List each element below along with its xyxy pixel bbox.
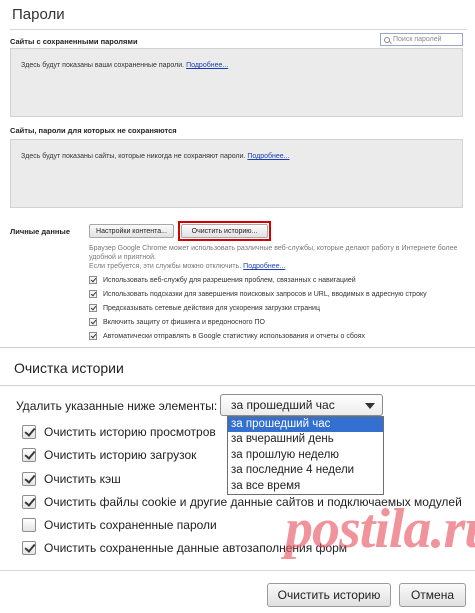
clear-option-autofill[interactable]: Очистить сохраненные данные автозаполнен… [22,541,347,555]
title-divider [10,29,467,30]
range-option[interactable]: за прошлую неделю [228,448,383,463]
privacy-option-label: Предсказывать сетевые действия для ускор… [103,304,320,312]
privacy-option-label: Использовать подсказки для завершения по… [103,290,427,298]
saved-passwords-learn-more-link[interactable]: Подробнее... [186,62,228,69]
privacy-description: Браузер Google Chrome может использовать… [89,245,458,261]
clear-option-checkbox[interactable] [22,448,36,462]
privacy-option[interactable]: Включить защиту от фишинга и вредоносног… [89,318,265,326]
page-title: Пароли [12,6,65,23]
privacy-option-label: Использовать веб-службу для разрешения п… [103,276,356,284]
clear-option-label: Очистить историю просмотров [44,425,216,439]
chevron-down-icon [365,403,375,409]
clear-option-label: Очистить сохраненные пароли [44,518,217,532]
clear-option-checkbox[interactable] [22,495,36,509]
password-search-input[interactable]: Поиск паролей [380,33,463,46]
content-settings-button[interactable]: Настройки контента... [89,224,174,238]
range-option[interactable]: за последние 4 недели [228,463,383,478]
clear-option-cache[interactable]: Очистить кэш [22,472,121,486]
search-placeholder: Поиск паролей [393,36,442,43]
range-option[interactable]: за вчерашний день [228,432,383,447]
clear-option-checkbox[interactable] [22,425,36,439]
clear-history-confirm-button[interactable]: Очистить историю [267,583,391,607]
privacy-option-checkbox[interactable] [89,304,97,312]
dialog-title: Очистка истории [14,360,124,376]
privacy-option-label: Автоматически отправлять в Google статис… [103,332,366,340]
clear-option-label: Очистить историю загрузок [44,448,197,462]
clear-option-label: Очистить файлы cookie и другие данные са… [44,495,462,509]
clear-option-cookies[interactable]: Очистить файлы cookie и другие данные са… [22,495,462,509]
never-saved-empty-text: Здесь будут показаны сайты, которые нико… [21,153,290,160]
time-range-value: за прошедший час [231,398,335,412]
dialog-divider [0,385,475,386]
saved-passwords-heading: Сайты с сохраненными паролями [10,37,138,46]
highlight-outline [178,221,271,241]
range-option[interactable]: за прошедший час [228,417,383,433]
clear-option-browsing-history[interactable]: Очистить историю просмотров [22,425,216,439]
privacy-option-checkbox[interactable] [89,332,97,340]
search-icon [384,36,390,43]
clear-option-checkbox[interactable] [22,541,36,555]
range-option[interactable]: за все время [228,479,383,494]
saved-passwords-message: Здесь будут показаны ваши сохраненные па… [21,62,185,69]
clear-option-label: Очистить сохраненные данные автозаполнен… [44,541,348,555]
privacy-option[interactable]: Использовать веб-службу для разрешения п… [89,276,356,284]
privacy-option-label: Включить защиту от фишинга и вредоносног… [103,318,265,326]
privacy-disable-text: Если требуется, эти службы можно отключи… [89,263,242,270]
dialog-footer-divider [0,570,475,571]
privacy-option[interactable]: Использовать подсказки для завершения по… [89,290,427,298]
privacy-learn-more-link[interactable]: Подробнее... [243,263,285,270]
clear-option-checkbox[interactable] [22,472,36,486]
clear-option-checkbox[interactable] [22,518,36,532]
range-label: Удалить указанные ниже элементы: [16,399,218,413]
clear-option-passwords[interactable]: Очистить сохраненные пароли [22,518,217,532]
privacy-option[interactable]: Предсказывать сетевые действия для ускор… [89,304,320,312]
privacy-description-2: Если требуется, эти службы можно отключи… [89,262,285,271]
time-range-select[interactable]: за прошедший час [220,394,383,416]
never-saved-list[interactable]: Здесь будут показаны сайты, которые нико… [10,139,463,208]
privacy-option-checkbox[interactable] [89,318,97,326]
privacy-option[interactable]: Автоматически отправлять в Google статис… [89,332,365,340]
clear-option-label: Очистить кэш [44,472,121,486]
never-saved-heading: Сайты, пароли для которых не сохраняются [10,126,177,135]
clear-option-download-history[interactable]: Очистить историю загрузок [22,448,196,462]
time-range-dropdown: за прошедший час за вчерашний день за пр… [227,416,384,495]
never-saved-message: Здесь будут показаны сайты, которые нико… [21,153,246,160]
saved-passwords-list[interactable]: Здесь будут показаны ваши сохраненные па… [10,48,463,117]
privacy-option-checkbox[interactable] [89,276,97,284]
saved-passwords-empty-text: Здесь будут показаны ваши сохраненные па… [21,62,228,69]
settings-panel: Пароли Сайты с сохраненными паролями Пои… [0,0,475,344]
cancel-button[interactable]: Отмена [399,583,466,607]
never-saved-learn-more-link[interactable]: Подробнее... [247,153,289,160]
clear-history-dialog: Очистка истории Удалить указанные ниже э… [0,347,475,613]
privacy-option-checkbox[interactable] [89,290,97,298]
privacy-heading: Личные данные [10,227,70,236]
